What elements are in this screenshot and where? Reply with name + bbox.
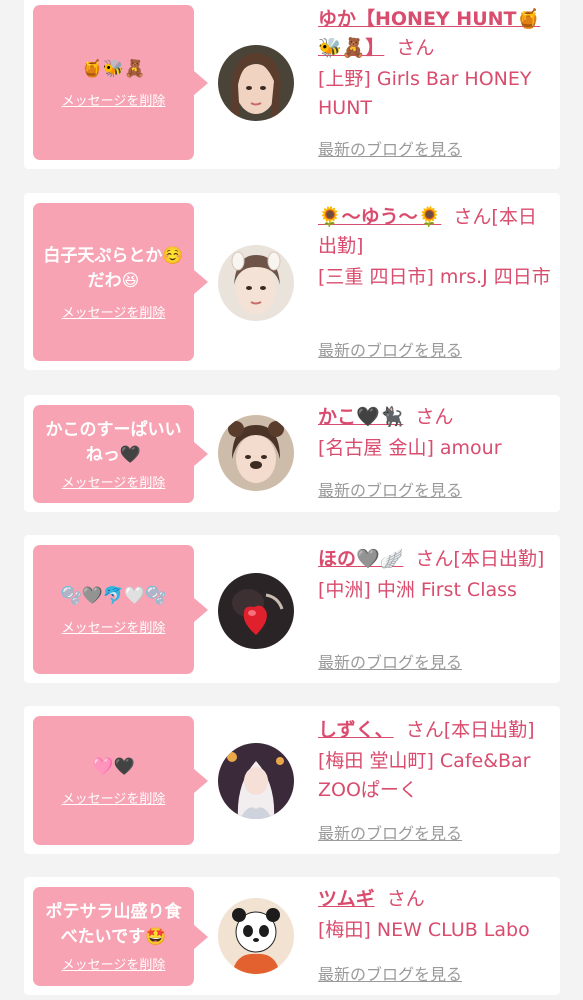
shop-name: [梅田 堂山町] Cafe&Bar ZOOぱーく <box>318 750 531 801</box>
shop-name: [三重 四日市] mrs.J 四日市 <box>318 266 551 288</box>
cast-name-link[interactable]: ほの🩶🪽 <box>318 548 403 570</box>
delete-message-link[interactable]: メッセージを削除 <box>62 954 166 973</box>
name-suffix: さん[本日出勤] <box>415 548 545 570</box>
message-text: 白子天ぷらとか☺️だわ😆 <box>43 245 184 291</box>
latest-blog-link[interactable]: 最新のブログを見る <box>318 961 462 985</box>
shop-name: [梅田] NEW CLUB Labo <box>318 919 530 941</box>
message-card: 白子天ぷらとか☺️だわ😆 メッセージを削除 🌻〜ゆう〜🌻 さん[本日出勤] [三… <box>24 193 560 370</box>
message-card: かこのすーぱいいねっ🖤 メッセージを削除 かこ🖤🐈‍⬛ さん [名古屋 金山] … <box>24 395 560 512</box>
cast-name-link[interactable]: しずく、 <box>318 719 394 741</box>
card-info: しずく、 さん[本日出勤] [梅田 堂山町] Cafe&Bar ZOOぱーく <box>318 716 554 805</box>
cast-name-link[interactable]: ツムギ <box>318 888 375 910</box>
latest-blog-link[interactable]: 最新のブログを見る <box>318 820 462 844</box>
latest-blog-link[interactable]: 最新のブログを見る <box>318 649 462 673</box>
message-bubble: 白子天ぷらとか☺️だわ😆 メッセージを削除 <box>33 203 208 361</box>
name-suffix: さん <box>396 37 435 59</box>
avatar[interactable] <box>218 898 294 974</box>
shop-name: [名古屋 金山] amour <box>318 437 502 459</box>
message-text: 🩷🖤 <box>92 756 135 777</box>
message-bubble: 🫧🩶🐬🤍🫧 メッセージを削除 <box>33 545 208 674</box>
delete-message-link[interactable]: メッセージを削除 <box>62 472 166 491</box>
delete-message-link[interactable]: メッセージを削除 <box>62 90 166 109</box>
avatar[interactable] <box>218 743 294 819</box>
message-card: ポテサラ山盛り食べたいです🤩 メッセージを削除 ツムギ さん [梅田] NEW … <box>24 877 560 995</box>
message-card: 🍯🐝🧸 メッセージを削除 ゆか【HONEY HUNT🍯🐝🧸】 さん [上野] G… <box>24 0 560 169</box>
message-text: かこのすーぱいいねっ🖤 <box>45 419 182 465</box>
cast-name-link[interactable]: かこ🖤🐈‍⬛ <box>318 406 403 428</box>
card-info: かこ🖤🐈‍⬛ さん [名古屋 金山] amour <box>318 403 554 463</box>
delete-message-link[interactable]: メッセージを削除 <box>62 617 166 636</box>
card-info: ツムギ さん [梅田] NEW CLUB Labo <box>318 885 554 945</box>
name-suffix: さん <box>386 888 425 910</box>
message-text: 🍯🐝🧸 <box>81 58 146 79</box>
message-card: 🩷🖤 メッセージを削除 しずく、 さん[本日出勤] [梅田 堂山町] Cafe&… <box>24 706 560 854</box>
card-info: ゆか【HONEY HUNT🍯🐝🧸】 さん [上野] Girls Bar HONE… <box>318 5 554 123</box>
shop-name: [上野] Girls Bar HONEY HUNT <box>318 68 532 119</box>
latest-blog-link[interactable]: 最新のブログを見る <box>318 337 462 361</box>
latest-blog-link[interactable]: 最新のブログを見る <box>318 477 462 501</box>
name-suffix: さん[本日出勤] <box>405 719 535 741</box>
delete-message-link[interactable]: メッセージを削除 <box>62 302 166 321</box>
message-text: ポテサラ山盛り食べたいです🤩 <box>45 902 182 947</box>
cast-name-link[interactable]: 🌻〜ゆう〜🌻 <box>318 206 441 228</box>
message-bubble: 🍯🐝🧸 メッセージを削除 <box>33 5 208 160</box>
shop-name: [中洲] 中洲 First Class <box>318 579 517 601</box>
delete-message-link[interactable]: メッセージを削除 <box>62 788 166 807</box>
name-suffix: さん <box>415 406 454 428</box>
avatar[interactable] <box>218 45 294 121</box>
latest-blog-link[interactable]: 最新のブログを見る <box>318 136 462 160</box>
avatar[interactable] <box>218 245 294 321</box>
message-bubble: ポテサラ山盛り食べたいです🤩 メッセージを削除 <box>33 887 208 986</box>
message-card: 🫧🩶🐬🤍🫧 メッセージを削除 ほの🩶🪽 さん[本日出勤] [中洲] 中洲 Fir… <box>24 535 560 683</box>
card-info: 🌻〜ゆう〜🌻 さん[本日出勤] [三重 四日市] mrs.J 四日市 <box>318 203 554 292</box>
message-bubble: かこのすーぱいいねっ🖤 メッセージを削除 <box>33 405 208 503</box>
avatar[interactable] <box>218 573 294 649</box>
message-text: 🫧🩶🐬🤍🫧 <box>60 585 167 606</box>
card-info: ほの🩶🪽 さん[本日出勤] [中洲] 中洲 First Class <box>318 545 554 605</box>
message-bubble: 🩷🖤 メッセージを削除 <box>33 716 208 845</box>
avatar[interactable] <box>218 415 294 491</box>
message-list: 🍯🐝🧸 メッセージを削除 ゆか【HONEY HUNT🍯🐝🧸】 さん [上野] G… <box>0 0 583 1000</box>
